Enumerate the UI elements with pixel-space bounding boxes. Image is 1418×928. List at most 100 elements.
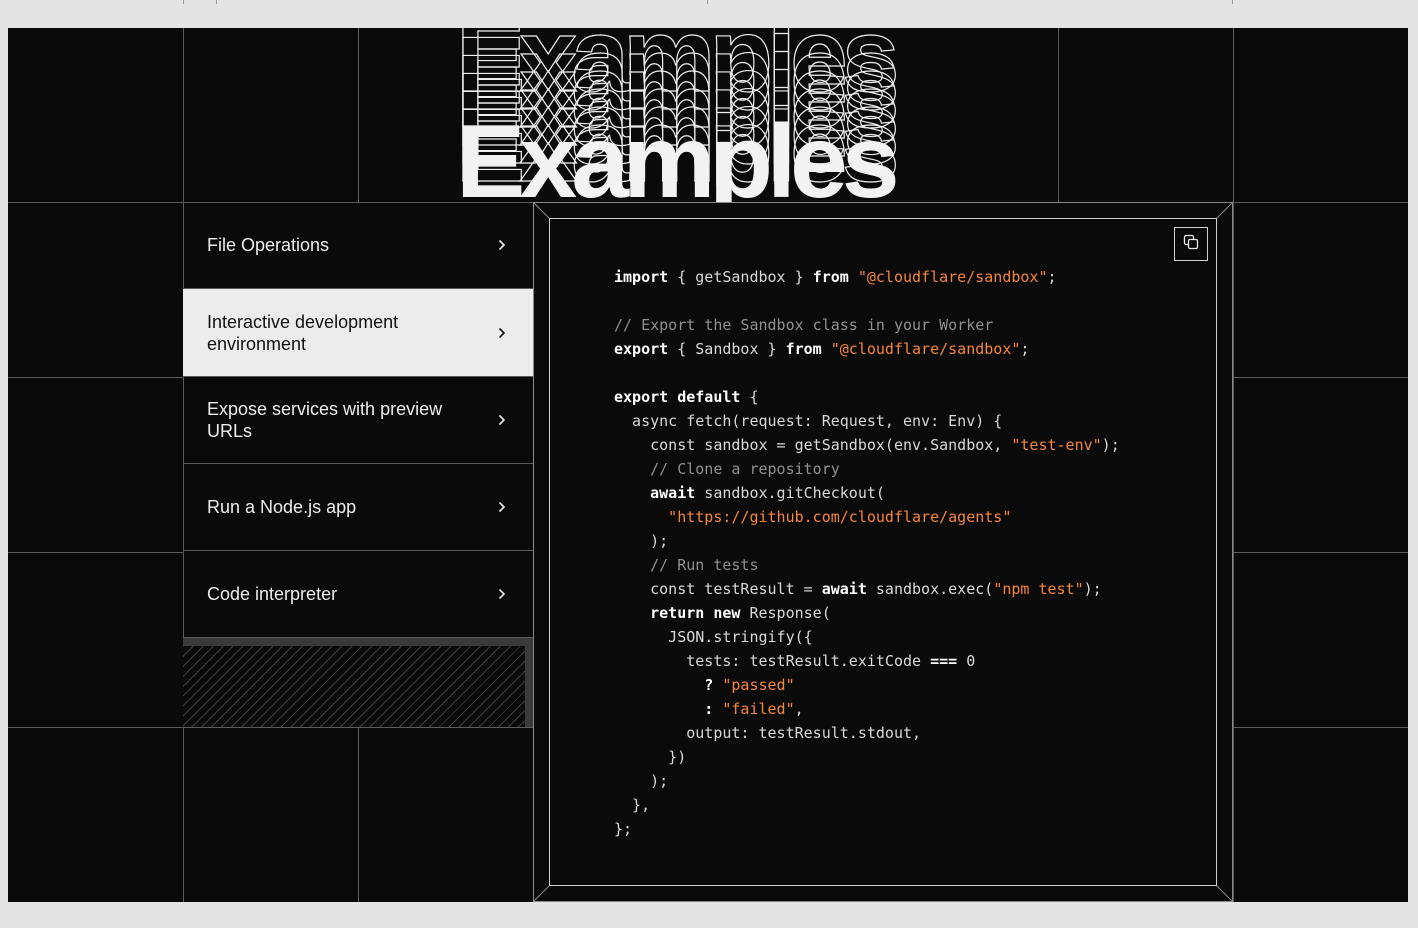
code-token: await: [821, 580, 867, 598]
menu-item-interactive-development-environment[interactable]: Interactive development environment: [183, 289, 533, 377]
chevron-right-icon: [495, 413, 509, 427]
code-line: // Export the Sandbox class in your Work…: [614, 313, 1120, 337]
code-token: output: testResult.stdout,: [614, 724, 922, 742]
menu-item-run-nodejs-app[interactable]: Run a Node.js app: [183, 464, 533, 551]
code-token: ,: [794, 700, 804, 718]
code-line: ? "passed": [614, 673, 1120, 697]
code-token: export default: [614, 388, 741, 406]
menu-item-label: Run a Node.js app: [207, 497, 357, 517]
code-token: sandbox.gitCheckout(: [695, 484, 885, 502]
code-line: const sandbox = getSandbox(env.Sandbox, …: [614, 433, 1120, 457]
code-token: from: [812, 268, 849, 286]
menu-item-code-interpreter[interactable]: Code interpreter: [183, 551, 533, 638]
chevron-right-icon: [495, 326, 509, 340]
code-line: : "failed",: [614, 697, 1120, 721]
code-token: async fetch(request: Request, env: Env) …: [614, 412, 1003, 430]
examples-menu: File Operations Interactive development …: [183, 202, 533, 638]
code-token: { getSandbox }: [668, 268, 813, 286]
code-token: );: [614, 532, 669, 550]
code-token: ;: [1047, 268, 1057, 286]
code-token: { Sandbox }: [668, 340, 786, 358]
code-token: Response(: [740, 604, 831, 622]
code-token: sandbox.exec(: [866, 580, 994, 598]
code-line: tests: testResult.exitCode === 0: [614, 649, 1120, 673]
strip-tick: [216, 0, 217, 4]
grid-line: [1233, 552, 1408, 553]
code-line: );: [614, 529, 1120, 553]
code-token: const testResult =: [614, 580, 822, 598]
code-token: "@cloudflare/sandbox": [857, 268, 1048, 286]
code-token: "test-env": [1011, 436, 1102, 454]
code-token: // Export the Sandbox class in your Work…: [614, 316, 994, 334]
code-line: // Clone a repository: [614, 457, 1120, 481]
code-token: "https://github.com/cloudflare/agents": [614, 508, 1012, 526]
code-panel: import { getSandbox } from "@cloudflare/…: [549, 218, 1217, 886]
chevron-right-icon: [495, 238, 509, 252]
code-token: await: [614, 484, 696, 502]
strip-tick: [183, 0, 184, 4]
code-token: "npm test": [993, 580, 1084, 598]
grid-line: [8, 727, 533, 728]
code-line: // Run tests: [614, 553, 1120, 577]
examples-section: Examples Examples Examples Examples Exam…: [8, 28, 1408, 902]
page-title: Examples Examples Examples Examples Exam…: [456, 28, 1016, 202]
menu-item-label: File Operations: [207, 235, 330, 255]
code-line: "https://github.com/cloudflare/agents": [614, 505, 1120, 529]
code-line: JSON.stringify({: [614, 625, 1120, 649]
code-token: "passed": [722, 676, 795, 694]
code-token: export: [614, 340, 669, 358]
code-line: }): [614, 745, 1120, 769]
code-token: },: [614, 796, 651, 814]
menu-item-file-operations[interactable]: File Operations: [183, 202, 533, 289]
code-token: const sandbox = getSandbox(env.Sandbox,: [614, 436, 1012, 454]
copy-button[interactable]: [1174, 227, 1208, 261]
code-line: import { getSandbox } from "@cloudflare/…: [614, 265, 1120, 289]
grid-line: [358, 727, 359, 902]
code-token: :: [614, 700, 714, 718]
grid-line: [1233, 28, 1234, 902]
code-token: JSON.stringify({: [614, 628, 813, 646]
code-token: return new: [614, 604, 741, 622]
code-line: output: testResult.stdout,: [614, 721, 1120, 745]
code-token: );: [1083, 580, 1102, 598]
code-token: ;: [1020, 340, 1030, 358]
chevron-right-icon: [495, 500, 509, 514]
grid-line: [8, 552, 183, 553]
code-block: import { getSandbox } from "@cloudflare/…: [614, 265, 1120, 841]
code-token: // Clone a repository: [614, 460, 840, 478]
code-token: );: [614, 772, 669, 790]
code-line: };: [614, 817, 1120, 841]
title-text: Examples: [456, 104, 900, 202]
code-line: export default {: [614, 385, 1120, 409]
grid-line: [358, 28, 359, 202]
menu-item-label: Interactive development environment: [207, 311, 399, 354]
code-line: export { Sandbox } from "@cloudflare/san…: [614, 337, 1120, 361]
menu-item-expose-services[interactable]: Expose services with preview URLs: [183, 377, 533, 464]
code-token: "@cloudflare/sandbox": [830, 340, 1021, 358]
code-token: };: [614, 820, 633, 838]
grid-line: [1058, 28, 1059, 202]
code-line: );: [614, 769, 1120, 793]
code-token: }): [614, 748, 687, 766]
code-line: await sandbox.gitCheckout(: [614, 481, 1120, 505]
grid-line: [1233, 727, 1408, 728]
hatched-panel: [183, 638, 533, 727]
code-token: // Run tests: [614, 556, 759, 574]
code-line: async fetch(request: Request, env: Env) …: [614, 409, 1120, 433]
code-token: ===: [930, 652, 958, 670]
code-token: from: [785, 340, 822, 358]
code-token: {: [740, 388, 759, 406]
code-token: "failed": [722, 700, 795, 718]
code-token: import: [614, 268, 669, 286]
menu-item-label: Code interpreter: [207, 584, 338, 604]
strip-tick: [707, 0, 708, 4]
grid-line: [1233, 377, 1408, 378]
code-token: ?: [614, 676, 714, 694]
code-line: const testResult = await sandbox.exec("n…: [614, 577, 1120, 601]
chevron-right-icon: [495, 587, 509, 601]
strip-tick: [1232, 0, 1233, 4]
